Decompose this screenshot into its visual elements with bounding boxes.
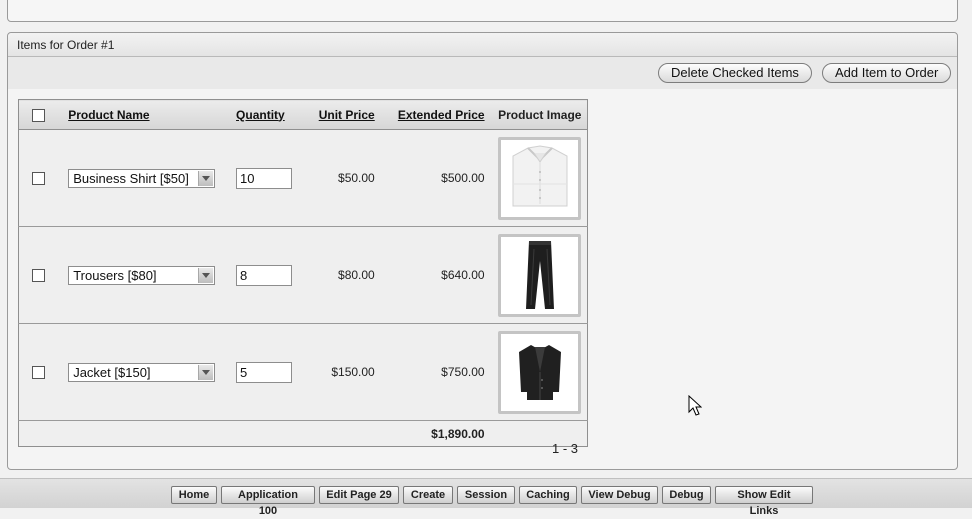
jacket-icon bbox=[518, 345, 561, 400]
unit-price-cell: $150.00 bbox=[302, 323, 383, 421]
view-debug-button[interactable]: View Debug bbox=[581, 486, 658, 504]
chevron-down-icon[interactable] bbox=[198, 170, 214, 186]
product-image bbox=[498, 233, 582, 317]
home-button[interactable]: Home bbox=[171, 486, 217, 504]
quantity-input[interactable] bbox=[236, 361, 293, 383]
extended-price-cell: $750.00 bbox=[382, 323, 493, 421]
product-cell: Trousers [$80] bbox=[58, 226, 229, 324]
extended-price-cell: $500.00 bbox=[382, 129, 493, 227]
region-title: Items for Order #1 bbox=[8, 33, 957, 57]
product-image-cell bbox=[492, 226, 588, 324]
add-item-to-order-button[interactable]: Add Item to Order bbox=[822, 63, 952, 83]
table-row: Trousers [$80] $80.00 $640.00 bbox=[18, 226, 588, 324]
row-select-cell bbox=[18, 129, 59, 227]
application-button[interactable]: Application 100 bbox=[221, 486, 315, 517]
row-checkbox[interactable] bbox=[32, 269, 46, 283]
sort-unit-price-link[interactable]: Unit Price bbox=[319, 108, 375, 122]
quantity-cell bbox=[228, 226, 303, 324]
row-checkbox[interactable] bbox=[32, 366, 46, 380]
shirt-icon bbox=[512, 145, 568, 207]
column-header-quantity[interactable]: Quantity bbox=[228, 99, 303, 130]
quantity-cell bbox=[228, 323, 303, 421]
order-items-region: Items for Order #1 Delete Checked Items … bbox=[7, 32, 958, 470]
select-all-header bbox=[18, 99, 59, 130]
trousers-icon bbox=[525, 241, 554, 309]
delete-checked-items-button[interactable]: Delete Checked Items bbox=[658, 63, 812, 83]
product-select[interactable]: Trousers [$80] bbox=[68, 265, 216, 285]
unit-price-cell: $50.00 bbox=[302, 129, 383, 227]
row-select-cell bbox=[18, 323, 59, 421]
debug-button[interactable]: Debug bbox=[662, 486, 711, 504]
table-row: Business Shirt [$50] $50.00 $500.00 bbox=[18, 129, 588, 227]
product-select-value: Jacket [$150] bbox=[73, 364, 151, 380]
edit-page-button[interactable]: Edit Page 29 bbox=[319, 486, 399, 504]
sort-extended-price-link[interactable]: Extended Price bbox=[398, 108, 485, 122]
quantity-cell bbox=[228, 129, 303, 227]
pagination-range: 1 - 3 bbox=[552, 441, 579, 456]
show-edit-links-button[interactable]: Show Edit Links bbox=[715, 486, 813, 517]
product-image bbox=[498, 136, 582, 220]
product-select[interactable]: Jacket [$150] bbox=[68, 362, 216, 382]
table-row: Jacket [$150] $150.00 $750.00 bbox=[18, 323, 588, 421]
column-header-unit-price[interactable]: Unit Price bbox=[302, 99, 383, 130]
product-select-value: Business Shirt [$50] bbox=[73, 170, 189, 186]
extended-price-cell: $640.00 bbox=[382, 226, 493, 324]
row-checkbox[interactable] bbox=[32, 172, 46, 186]
create-button[interactable]: Create bbox=[403, 486, 453, 504]
product-cell: Business Shirt [$50] bbox=[58, 129, 229, 227]
caching-button[interactable]: Caching bbox=[519, 486, 577, 504]
order-total: $1,890.00 bbox=[431, 426, 485, 441]
quantity-input[interactable] bbox=[236, 264, 293, 286]
table-header-row: Product Name Quantity Unit Price Extende… bbox=[18, 99, 588, 130]
previous-region bbox=[7, 0, 958, 22]
mouse-cursor-icon bbox=[688, 395, 702, 416]
order-items-table: Product Name Quantity Unit Price Extende… bbox=[18, 99, 588, 447]
select-all-checkbox[interactable] bbox=[32, 108, 46, 122]
sort-quantity-link[interactable]: Quantity bbox=[236, 108, 285, 122]
product-select-value: Trousers [$80] bbox=[73, 267, 157, 283]
chevron-down-icon[interactable] bbox=[198, 364, 214, 380]
region-button-bar: Delete Checked Items Add Item to Order bbox=[8, 57, 957, 90]
product-image-cell bbox=[492, 129, 588, 227]
product-image-cell bbox=[492, 323, 588, 421]
unit-price-cell: $80.00 bbox=[302, 226, 383, 324]
developer-toolbar: Home Application 100 Edit Page 29 Create… bbox=[0, 478, 972, 517]
column-header-product-image: Product Image bbox=[492, 99, 588, 130]
session-button[interactable]: Session bbox=[457, 486, 515, 504]
row-select-cell bbox=[18, 226, 59, 324]
chevron-down-icon[interactable] bbox=[198, 267, 214, 283]
column-header-extended-price[interactable]: Extended Price bbox=[382, 99, 493, 130]
product-cell: Jacket [$150] bbox=[58, 323, 229, 421]
product-select[interactable]: Business Shirt [$50] bbox=[68, 168, 216, 188]
product-image bbox=[498, 330, 582, 414]
sort-product-name-link[interactable]: Product Name bbox=[68, 108, 149, 122]
table-total-row: $1,890.00 bbox=[19, 421, 588, 447]
quantity-input[interactable] bbox=[236, 167, 293, 189]
column-header-product-name[interactable]: Product Name bbox=[58, 99, 229, 130]
